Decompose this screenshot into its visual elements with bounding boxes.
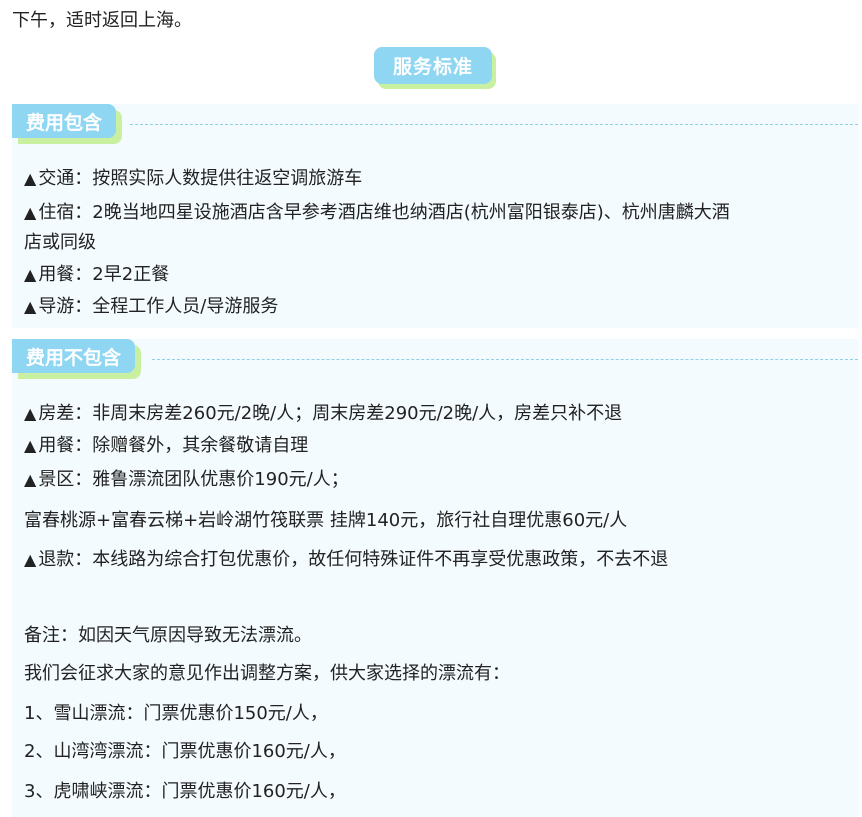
included-tag: 费用包含 [12,104,123,144]
bullet-icon: ▲ [24,265,37,284]
excluded-tag: 费用不包含 [12,339,142,379]
remark-line: 我们会征求大家的意见作出调整方案，供大家选择的漂流有： [24,663,510,684]
bullet-icon: ▲ [24,297,37,316]
bullet-icon: ▲ [24,436,37,455]
rafting-option: 1、雪山漂流：门票优惠价150元/人， [24,703,328,724]
excluded-tag-label: 费用不包含 [12,339,136,373]
excluded-item: ▲ 景区：雅鲁漂流团队优惠价190元/人； [24,469,349,490]
included-item: ▲ 住宿：2晚当地四星设施酒店含早参考酒店维也纳酒店(杭州富阳银泰店)、杭州唐麟大… [24,202,730,223]
excluded-item-continued: 富春桃源+富春云梯+岩岭湖竹筏联票 挂牌140元，旅行社自理优惠60元/人 [24,510,628,531]
excluded-section: 费用不包含 ▲ 房差：非周末房差260元/2晚/人；周末房差290元/2晚/人，房… [12,339,858,817]
service-standard-heading: 服务标准 [374,47,496,89]
remark-line: 备注：如因天气原因导致无法漂流。 [24,625,312,646]
intro-text: 下午，适时返回上海。 [12,10,192,31]
included-tag-label: 费用包含 [12,104,117,138]
bullet-icon: ▲ [24,470,37,489]
included-item-continued: 店或同级 [24,232,96,253]
section-divider [152,359,858,360]
bullet-icon: ▲ [24,404,37,423]
excluded-item: ▲ 退款：本线路为综合打包优惠价，故任何特殊证件不再享受优惠政策，不去不退 [24,549,669,570]
excluded-item: ▲ 用餐：除赠餐外，其余餐敬请自理 [24,435,309,456]
included-section: 费用包含 ▲ 交通：按照实际人数提供往返空调旅游车 ▲ 住宿：2晚当地四星设施酒店含… [12,104,858,328]
bullet-icon: ▲ [24,203,37,222]
included-item: ▲ 交通：按照实际人数提供往返空调旅游车 [24,168,363,189]
section-divider [130,124,858,125]
rafting-option: 2、山湾湾漂流：门票优惠价160元/人， [24,741,346,762]
included-item: ▲ 用餐：2早2正餐 [24,264,170,285]
excluded-item: ▲ 房差：非周末房差260元/2晚/人；周末房差290元/2晚/人，房差只补不退 [24,403,623,424]
bullet-icon: ▲ [24,169,37,188]
service-standard-label: 服务标准 [374,47,492,84]
included-item: ▲ 导游：全程工作人员/导游服务 [24,296,279,317]
bullet-icon: ▲ [24,550,37,569]
rafting-option: 3、虎啸峡漂流：门票优惠价160元/人， [24,781,346,802]
